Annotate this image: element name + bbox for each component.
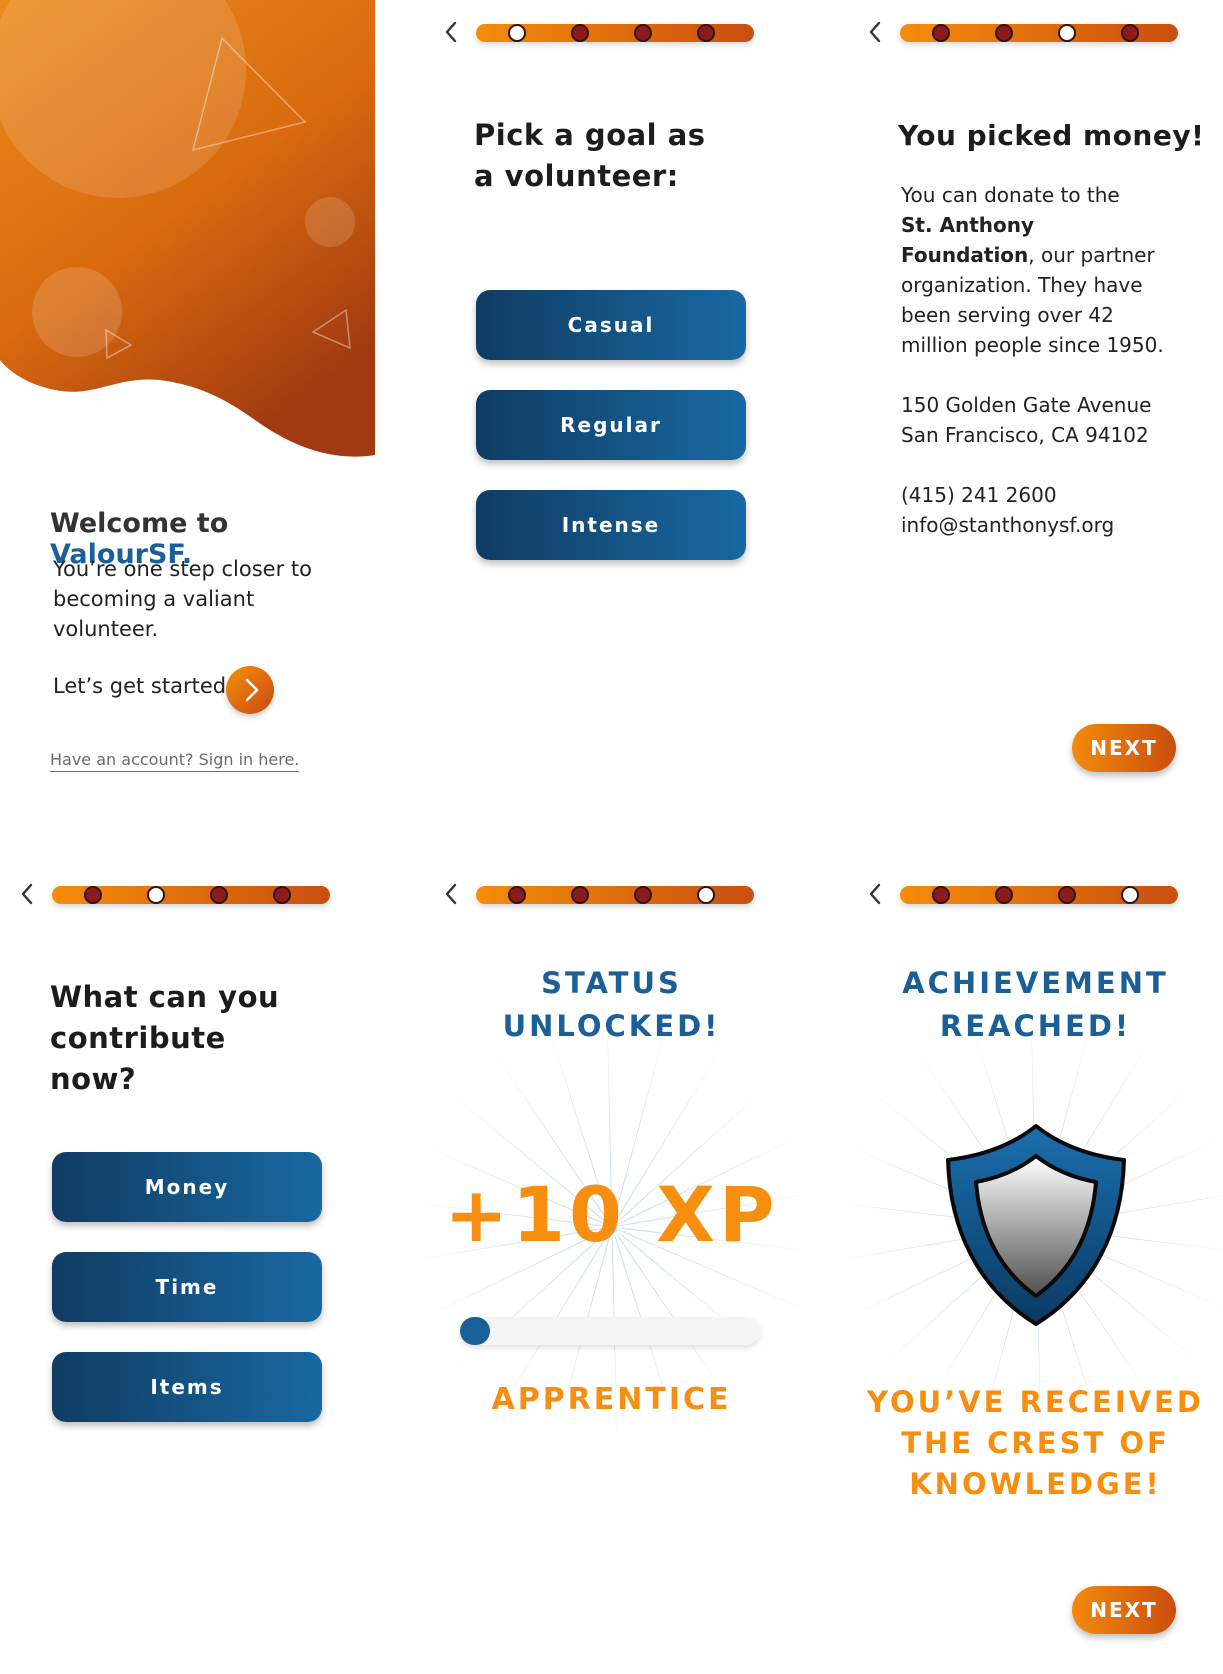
shield-icon (946, 1124, 1126, 1326)
contribute-items-button[interactable]: Items (52, 1352, 322, 1422)
page-title: You picked money! (898, 119, 1205, 152)
status-title: STATUS UNLOCKED! (424, 962, 799, 1048)
achievement-message: YOU’VE RECEIVED THE CREST OF KNOWLEDGE! (848, 1382, 1223, 1505)
status-title-line-2: UNLOCKED! (502, 1009, 721, 1043)
contribute-time-button[interactable]: Time (52, 1252, 322, 1322)
sign-in-link[interactable]: Have an account? Sign in here. (50, 750, 300, 772)
goal-screen: Pick a goal as a volunteer: Casual Regul… (424, 0, 799, 800)
chevron-left-icon[interactable] (444, 20, 458, 44)
status-screen: STATUS UNLOCKED! +10 XP APPRENTICE (424, 862, 799, 1662)
contribute-money-button[interactable]: Money (52, 1152, 322, 1222)
status-title-line-1: STATUS (541, 966, 682, 1000)
progress-step-2 (147, 886, 165, 904)
org-email: info@stanthonysf.org (901, 513, 1115, 537)
chevron-right-icon (245, 678, 259, 702)
get-started-text: Let’s get started. (53, 674, 233, 698)
get-started-button[interactable] (226, 666, 274, 714)
contribute-screen: What can you contribute now? Money Time … (0, 862, 375, 1662)
xp-progress-track (460, 1317, 760, 1345)
hero-illustration (0, 0, 375, 457)
goal-regular-button[interactable]: Regular (476, 390, 746, 460)
progress-bar (52, 886, 330, 904)
chevron-left-icon[interactable] (868, 20, 882, 44)
achievement-title: ACHIEVEMENT REACHED! (848, 962, 1223, 1048)
progress-step-1 (932, 24, 950, 42)
progress-step-3 (634, 24, 652, 42)
achievement-message-line-1: YOU’VE RECEIVED (867, 1385, 1204, 1419)
achievement-title-line-2: REACHED! (939, 1009, 1132, 1043)
address-line-2: San Francisco, CA 94102 (901, 423, 1149, 447)
xp-reward: +10 XP (444, 1170, 779, 1259)
progress-step-3 (210, 886, 228, 904)
progress-step-1 (84, 886, 102, 904)
org-name: St. Anthony Foundation (901, 213, 1035, 267)
org-name-punct: , (1028, 243, 1035, 267)
rank-label: APPRENTICE (491, 1382, 732, 1417)
welcome-subtitle: You’re one step closer to becoming a val… (53, 557, 312, 641)
goal-casual-button[interactable]: Casual (476, 290, 746, 360)
goal-intense-button[interactable]: Intense (476, 490, 746, 560)
progress-step-4 (273, 886, 291, 904)
progress-step-2 (571, 24, 589, 42)
welcome-title-prefix: Welcome to (50, 508, 229, 539)
donation-intro: You can donate to the (901, 183, 1120, 207)
page-title: Pick a goal as a volunteer: (474, 118, 706, 193)
progress-step-3 (1058, 24, 1076, 42)
chevron-left-icon[interactable] (20, 882, 34, 906)
donation-info: You can donate to the St. Anthony Founda… (901, 180, 1171, 360)
page-title: What can you contribute now? (50, 980, 280, 1096)
money-screen: You picked money! You can donate to the … (848, 0, 1223, 800)
next-button[interactable]: NEXT (1072, 1586, 1176, 1634)
progress-step-4 (1121, 24, 1139, 42)
progress-step-1 (508, 24, 526, 42)
progress-step-4 (697, 24, 715, 42)
achievement-screen: ACHIEVEMENT REACHED! YOU’VE RECEIVED THE… (848, 862, 1223, 1662)
achievement-message-line-3: KNOWLEDGE! (909, 1467, 1162, 1501)
achievement-message-line-2: THE CREST OF (901, 1426, 1170, 1460)
address-line-1: 150 Golden Gate Avenue (901, 393, 1152, 417)
org-contact: (415) 241 2600 info@stanthonysf.org (901, 480, 1114, 540)
xp-progress-fill (460, 1317, 490, 1345)
welcome-screen: Welcome to ValourSF. You’re one step clo… (0, 0, 375, 800)
next-button[interactable]: NEXT (1072, 724, 1176, 772)
achievement-title-line-1: ACHIEVEMENT (902, 966, 1169, 1000)
org-phone: (415) 241 2600 (901, 483, 1057, 507)
org-address: 150 Golden Gate Avenue San Francisco, CA… (901, 390, 1151, 450)
progress-step-2 (995, 24, 1013, 42)
progress-bar (476, 24, 754, 42)
progress-bar (900, 24, 1178, 42)
